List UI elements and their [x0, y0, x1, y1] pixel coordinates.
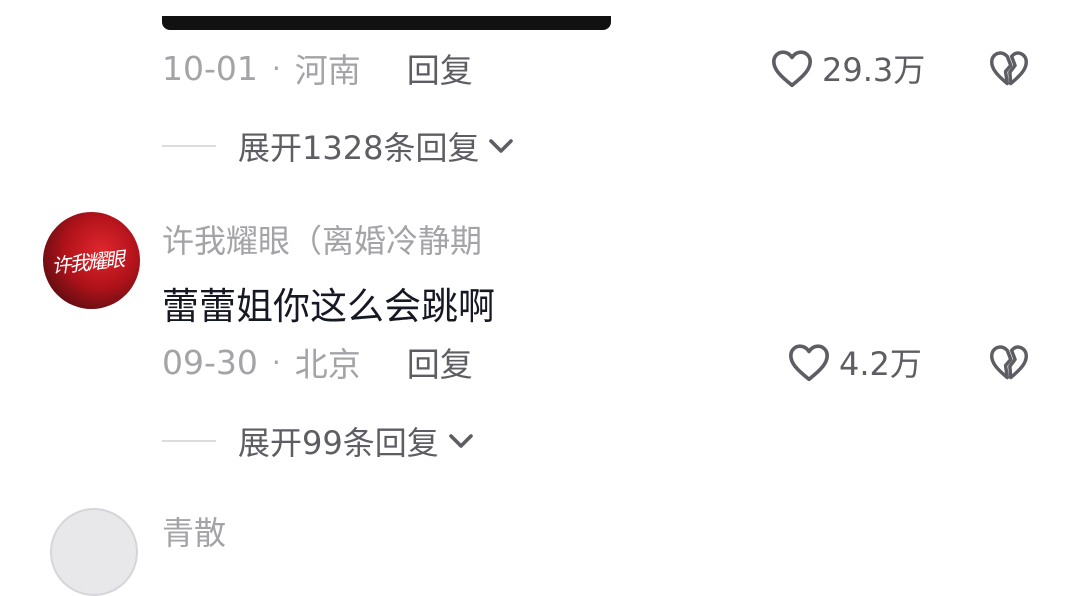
comment-location: 河南 — [294, 51, 361, 90]
avatar[interactable]: 许我耀眼 — [43, 212, 140, 309]
avatar[interactable] — [50, 508, 138, 596]
comment-meta-row: 09-30 · 北京 回复 — [162, 337, 473, 387]
chevron-down-icon — [448, 434, 473, 448]
like-count: 4.2万 — [839, 345, 922, 383]
expand-replies-button[interactable]: 展开99条回复 — [162, 416, 475, 466]
heart-outline-icon — [788, 344, 829, 382]
expand-divider-line — [162, 440, 216, 442]
expand-divider-line — [162, 145, 216, 147]
comment-username[interactable]: 许我耀眼（离婚冷静期 — [162, 216, 482, 262]
expand-replies-button[interactable]: 展开1328条回复 — [162, 121, 515, 171]
comment-username[interactable]: 青散 — [162, 508, 226, 554]
dislike-button[interactable] — [987, 337, 1031, 387]
like-button[interactable]: 29.3万 — [770, 43, 925, 93]
dislike-button[interactable] — [987, 43, 1031, 93]
expand-replies-label: 展开1328条回复 — [238, 129, 480, 167]
comment-date: 09-30 — [162, 342, 258, 382]
chevron-down-icon — [489, 139, 514, 153]
comment-date: 10-01 — [162, 48, 258, 88]
expand-replies-label: 展开99条回复 — [238, 424, 439, 462]
meta-separator: · — [271, 51, 281, 85]
media-preview-bottom[interactable] — [162, 16, 611, 30]
broken-heart-icon — [990, 51, 1028, 86]
comment-location: 北京 — [294, 345, 361, 384]
reply-button[interactable]: 回复 — [407, 338, 473, 386]
like-count: 29.3万 — [822, 51, 926, 89]
broken-heart-icon — [990, 345, 1028, 380]
heart-outline-icon — [771, 50, 812, 88]
reply-button[interactable]: 回复 — [407, 44, 473, 92]
like-button[interactable]: 4.2万 — [787, 337, 922, 387]
comment-text: 蕾蕾姐你这么会跳啊 — [162, 285, 495, 328]
meta-separator: · — [271, 345, 281, 379]
avatar-signature: 许我耀眼 — [50, 246, 125, 279]
comment-meta-row: 10-01 · 河南 回复 — [162, 43, 473, 93]
